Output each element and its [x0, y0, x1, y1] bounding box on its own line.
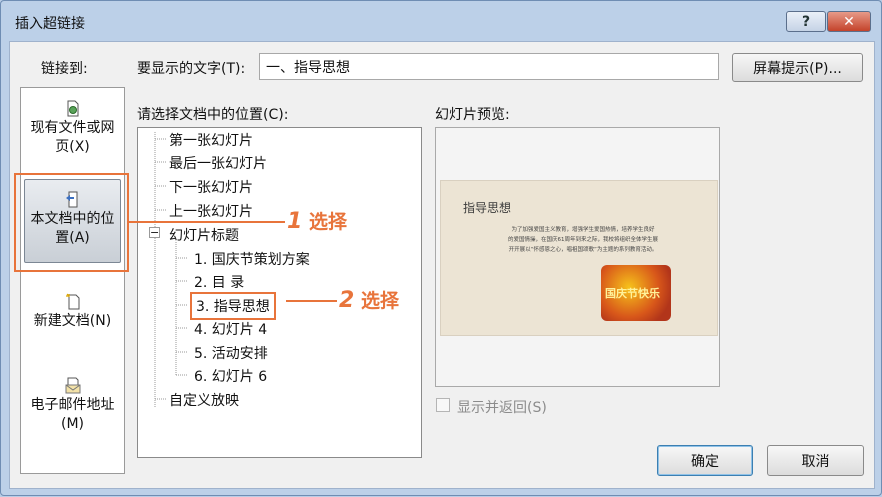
annotation-step-1-number: 1 [287, 209, 303, 234]
annotation-step-2: 2 选择 [339, 286, 399, 313]
annotation-lines [129, 221, 337, 302]
hyperlink-dialog: 插入超链接 ? ✕ 链接到: 现有文件或网 页(X) 本文档中的位 置(A) 新… [0, 0, 882, 496]
annotation-step-1-text: 选择 [308, 211, 347, 233]
annotation-step-2-number: 2 [339, 288, 355, 313]
annotation-step-1: 1 选择 [287, 207, 347, 234]
annotation-step-2-text: 选择 [360, 290, 399, 312]
